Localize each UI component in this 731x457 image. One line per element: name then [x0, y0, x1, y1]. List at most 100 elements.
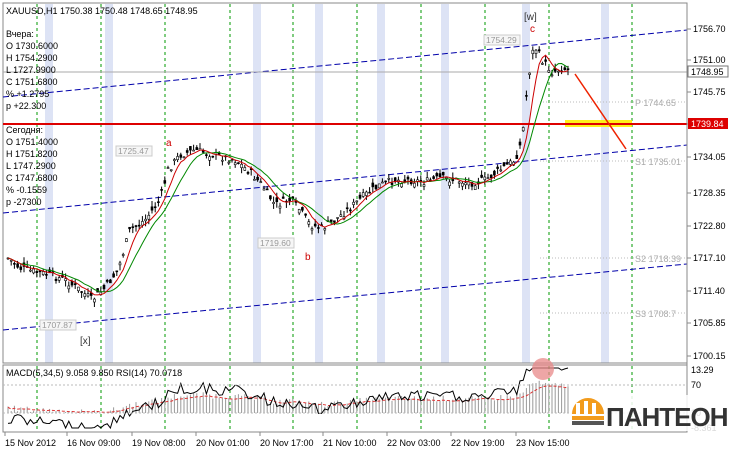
price-tick: 1711.40 — [693, 286, 725, 296]
candle-body — [387, 178, 391, 180]
indicator-tick-1329: 13.29 — [691, 365, 714, 375]
candle-body — [157, 201, 160, 204]
today-open: O 1751.4000 — [6, 137, 58, 147]
price-tick: 1751.00 — [693, 55, 726, 65]
candle-body — [435, 173, 439, 177]
candle-body — [496, 166, 499, 169]
candle-body — [102, 284, 106, 290]
candle-body — [441, 171, 445, 176]
candle-body — [278, 205, 282, 209]
candle-body — [208, 156, 211, 161]
candle-body — [550, 74, 554, 77]
time-label: 23 Nov 15:00 — [516, 438, 570, 448]
price-tick: 1734.05 — [693, 152, 726, 162]
candle-body — [464, 182, 467, 186]
current-price-label: 1748.95 — [691, 67, 724, 77]
candle-body — [505, 162, 509, 165]
candle-body — [115, 270, 119, 273]
candle-body — [67, 285, 71, 290]
wave-label-x: [x] — [80, 336, 91, 347]
candle-body — [237, 162, 240, 164]
candle-body — [563, 67, 567, 70]
pivot-s2-label: S2 1718.39 — [635, 254, 681, 264]
wave-label-w: [w] — [524, 12, 537, 23]
candle-body — [211, 155, 215, 158]
candle-body — [179, 154, 183, 158]
candle-body — [310, 228, 314, 231]
price-tick: 1705.85 — [693, 318, 726, 328]
candle-body — [269, 195, 272, 200]
candle-body — [544, 59, 547, 62]
candle-body — [525, 95, 528, 97]
candle-body — [173, 159, 176, 162]
candle-body — [272, 202, 275, 204]
candle-body — [205, 154, 208, 156]
price-tick: 1728.35 — [693, 188, 726, 198]
yesterday-title: Вчера: — [6, 29, 34, 39]
candle-body — [307, 221, 311, 225]
candle-body — [73, 283, 77, 285]
candle-body — [13, 263, 16, 265]
candle-body — [57, 277, 61, 281]
chart-window[interactable]: 1754.29 1725.47 1719.60 1707.87 a b c [w… — [0, 0, 731, 455]
candle-body — [304, 213, 307, 216]
candle-body — [19, 266, 23, 270]
candle-body — [384, 180, 387, 183]
candle-body — [374, 184, 378, 190]
candle-body — [432, 176, 435, 179]
candle-body — [128, 226, 131, 230]
candle-body — [547, 70, 551, 73]
pivot-s1-label: S1 1735.01 — [635, 157, 681, 167]
candle-body — [313, 223, 317, 227]
yesterday-high: H 1754.2900 — [6, 53, 58, 63]
svg-text:1719.60: 1719.60 — [260, 238, 291, 248]
candle-body — [349, 209, 352, 212]
candle-body — [121, 254, 125, 256]
candle-body — [137, 224, 141, 227]
candle-body — [358, 194, 362, 199]
yesterday-pct: % +1.2795 — [6, 89, 49, 99]
candle-body — [425, 177, 429, 181]
candle-body — [534, 49, 538, 54]
candle-body — [438, 173, 442, 178]
candle-body — [480, 174, 483, 178]
symbol-title: XAUUSD,H1 1750.38 1750.48 1748.65 1748.9… — [6, 6, 198, 16]
candle-body — [461, 182, 464, 187]
candle-body — [323, 228, 327, 231]
candle-body — [381, 181, 384, 184]
candle-body — [473, 185, 477, 190]
candle-body — [317, 227, 320, 229]
candle-body — [29, 269, 32, 272]
candle-body — [64, 278, 67, 281]
candle-body — [537, 49, 541, 52]
today-title: Сегодня: — [6, 125, 43, 135]
candle-body — [109, 279, 112, 284]
svg-text:1707.87: 1707.87 — [42, 320, 73, 330]
candle-body — [297, 209, 301, 214]
pantheon-wordmark: ПАНТЕОН — [606, 402, 728, 432]
candle-body — [192, 149, 195, 152]
indicator-title: MACD(5,34,5) 9.058 9.850 RSI(14) 70.0718 — [6, 368, 182, 378]
yesterday-points: p +22.300 — [6, 101, 46, 111]
candle-body — [262, 188, 266, 191]
today-high: H 1751.8200 — [6, 149, 58, 159]
today-close: C 1747.6800 — [6, 173, 58, 183]
candle-body — [406, 176, 410, 180]
candle-body — [176, 156, 179, 161]
candle-body — [189, 146, 192, 151]
price-tick: 1717.10 — [693, 253, 726, 263]
time-label: 20 Nov 17:00 — [260, 438, 314, 448]
today-points: p -27300 — [6, 197, 42, 207]
candle-body — [400, 183, 403, 188]
candle-body — [339, 214, 343, 217]
candle-body — [83, 293, 87, 297]
candle-body — [141, 221, 144, 226]
candle-body — [9, 259, 13, 262]
candle-body — [259, 181, 263, 183]
candle-body — [365, 191, 368, 196]
candle-body — [256, 176, 259, 181]
yesterday-close: C 1751.6800 — [6, 77, 58, 87]
price-tick: 1700.15 — [693, 351, 726, 361]
candle-body — [35, 271, 39, 274]
candle-body — [413, 182, 416, 188]
